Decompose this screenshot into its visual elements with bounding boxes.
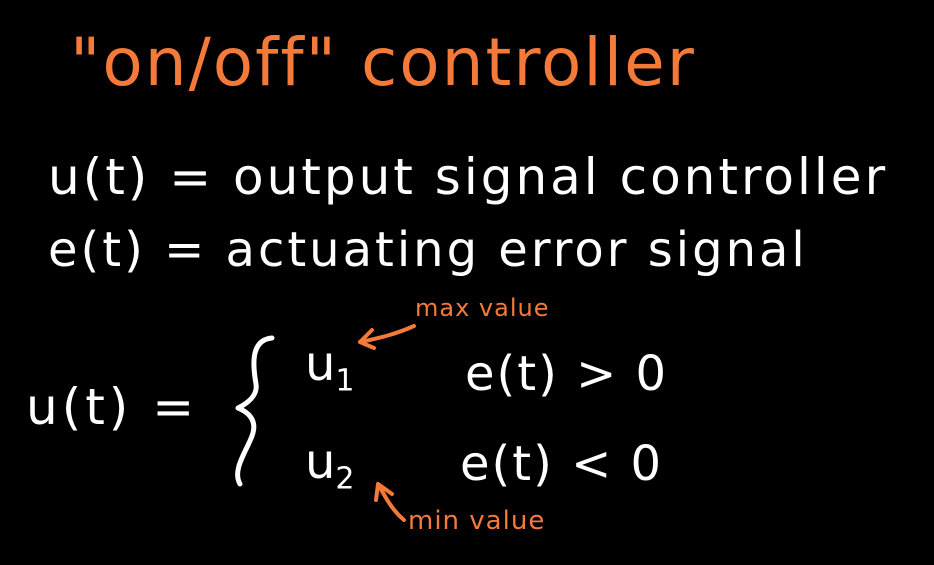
max-value-annotation: max value: [415, 294, 550, 322]
case-1-subscript: 1: [335, 363, 355, 399]
max-arrow-icon: [358, 324, 416, 350]
case-1-symbol: u: [305, 336, 336, 392]
left-brace-icon: [235, 335, 275, 487]
case-2-condition: e(t) < 0: [460, 436, 664, 492]
whiteboard-canvas: "on/off" controller u(t) = output signal…: [0, 0, 934, 565]
case-2-value: u2: [305, 438, 355, 495]
case-1-value: u1: [305, 340, 355, 397]
case-2-subscript: 2: [335, 461, 355, 497]
min-arrow-icon: [374, 482, 406, 522]
case-2-symbol: u: [305, 434, 336, 490]
min-value-annotation: min value: [408, 506, 546, 536]
case-1-condition: e(t) > 0: [465, 346, 669, 402]
